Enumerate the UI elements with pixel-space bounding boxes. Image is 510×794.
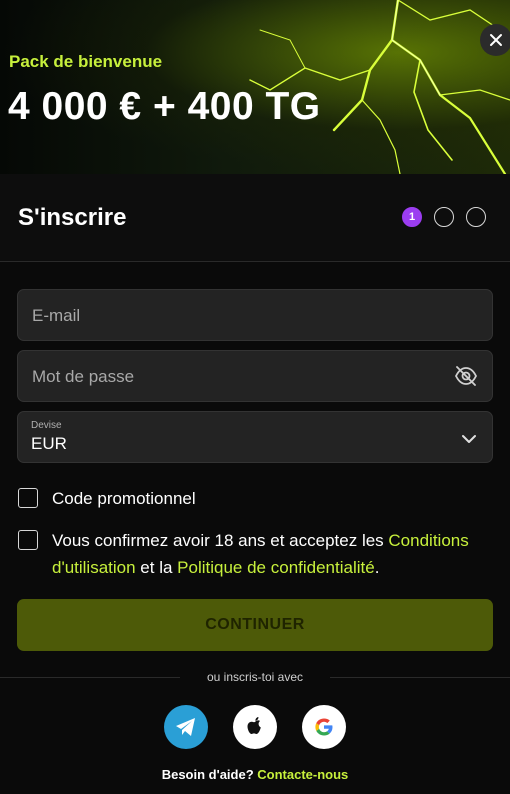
email-placeholder: E-mail bbox=[32, 306, 81, 325]
currency-label: Devise bbox=[31, 420, 62, 431]
banner-subtitle: Pack de bienvenue bbox=[9, 52, 163, 71]
google-icon bbox=[315, 718, 333, 736]
password-field[interactable]: Mot de passe bbox=[17, 350, 493, 402]
promo-label: Code promotionnel bbox=[52, 489, 196, 508]
terms-text-part3: . bbox=[374, 558, 380, 577]
or-signup-with-label: ou inscris-toi avec bbox=[206, 670, 304, 684]
terms-text-part1: Vous confirmez avoir 18 ans et acceptez … bbox=[52, 531, 389, 550]
contact-link[interactable]: Contacte-nous bbox=[257, 767, 348, 782]
banner-title: 4 000 € + 400 TG bbox=[8, 85, 321, 128]
currency-value: EUR bbox=[31, 434, 67, 453]
google-button[interactable] bbox=[302, 705, 346, 749]
terms-checkbox[interactable] bbox=[18, 530, 38, 550]
terms-text-part2: et la bbox=[135, 558, 178, 577]
page-title: S'inscrire bbox=[18, 204, 127, 231]
password-placeholder: Mot de passe bbox=[32, 367, 135, 386]
apple-button[interactable] bbox=[233, 705, 277, 749]
help-text: Besoin d'aide? Contacte-nous bbox=[0, 767, 510, 782]
welcome-banner: Pack de bienvenue 4 000 € + 400 TG bbox=[0, 0, 510, 174]
apple-icon bbox=[247, 717, 261, 734]
terms-text: Vous confirmez avoir 18 ans et acceptez … bbox=[52, 527, 492, 581]
promo-checkbox[interactable] bbox=[18, 488, 38, 508]
form-header: S'inscrire 1 bbox=[0, 174, 510, 262]
email-field[interactable]: E-mail bbox=[17, 289, 493, 341]
step-3 bbox=[466, 207, 486, 227]
help-label: Besoin d'aide? bbox=[161, 767, 254, 782]
toggle-password-visibility[interactable] bbox=[454, 365, 478, 392]
step-indicator: 1 bbox=[402, 207, 486, 227]
telegram-button[interactable] bbox=[164, 705, 208, 749]
currency-select[interactable]: Devise EUR bbox=[17, 411, 493, 463]
close-button[interactable] bbox=[480, 24, 510, 56]
privacy-policy-link[interactable]: Politique de confidentialité bbox=[177, 558, 375, 577]
eye-off-icon bbox=[454, 366, 478, 386]
chevron-down-icon bbox=[462, 431, 476, 449]
step-1: 1 bbox=[402, 207, 422, 227]
close-icon bbox=[490, 34, 502, 46]
continue-button[interactable]: CONTINUER bbox=[17, 599, 493, 651]
telegram-icon bbox=[176, 718, 195, 736]
step-2 bbox=[434, 207, 454, 227]
